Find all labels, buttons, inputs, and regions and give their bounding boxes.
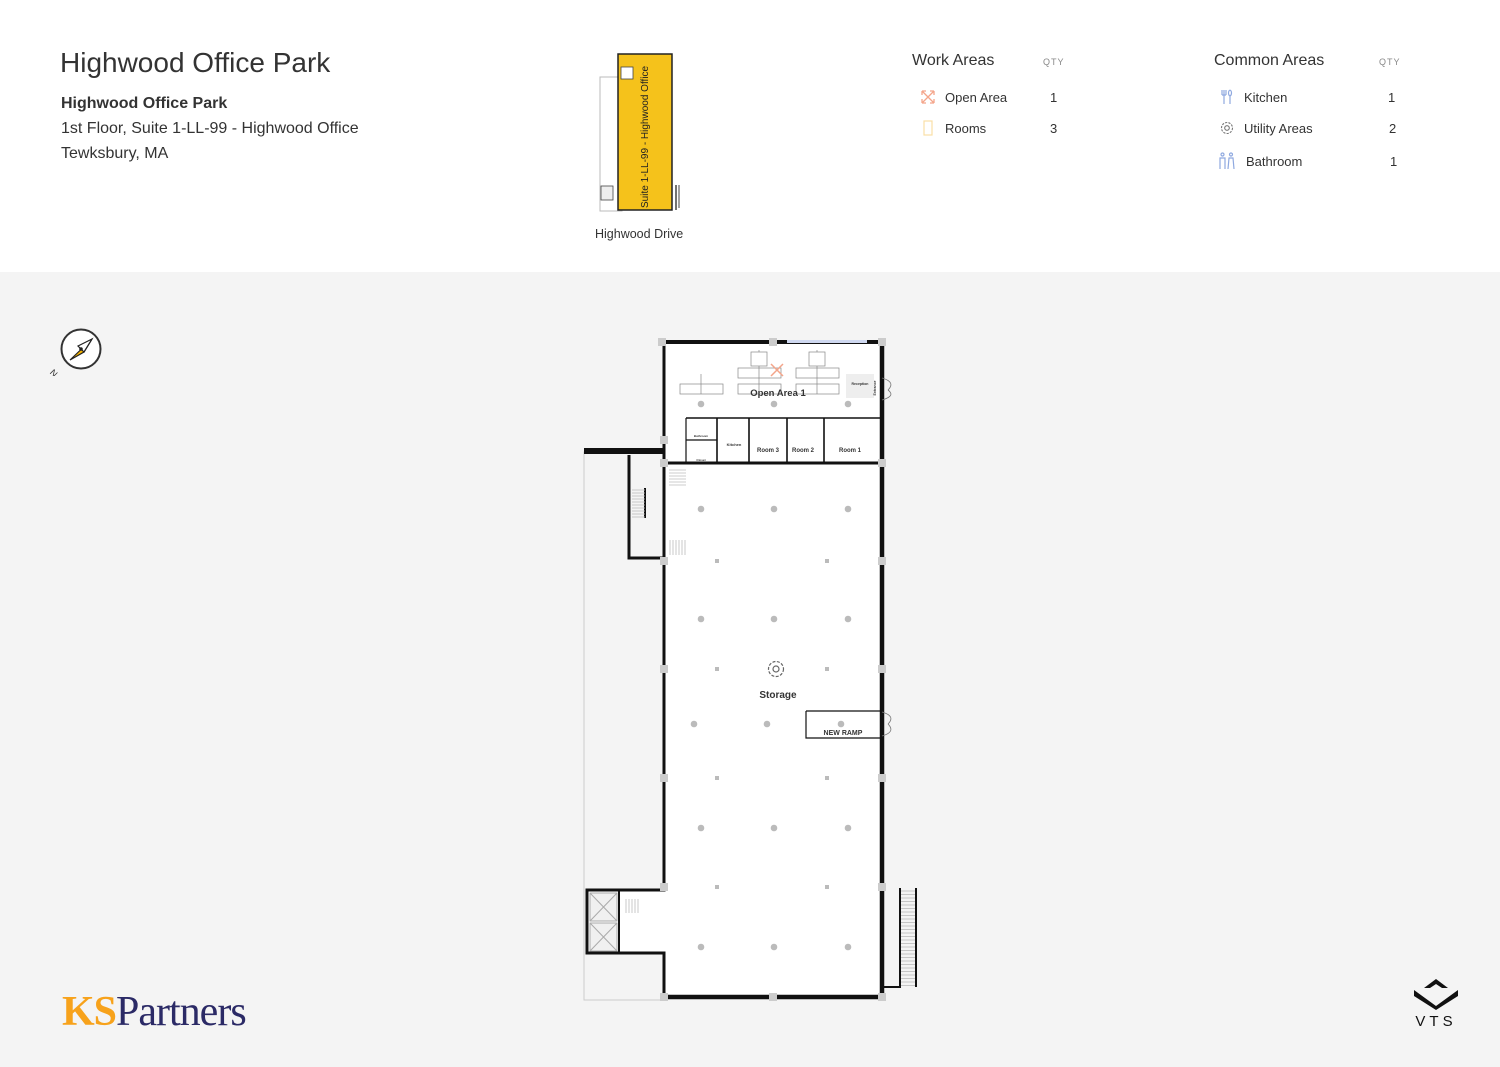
- column: [837, 720, 845, 728]
- location: Tewksbury, MA: [61, 145, 169, 162]
- column: [844, 505, 852, 513]
- column: [825, 667, 829, 671]
- column: [697, 400, 705, 408]
- common-areas-title: Common Areas: [1214, 52, 1325, 69]
- column: [697, 943, 705, 951]
- floor-plan: Open Area 1 Reception Entrance Bathroom …: [583, 338, 917, 1001]
- column: [770, 400, 778, 408]
- wall-pier: [878, 557, 886, 565]
- vts-logo: VTS: [1412, 976, 1460, 1030]
- expand-arrows-icon: [921, 90, 935, 104]
- column: [844, 824, 852, 832]
- kitchen-label: Kitchen: [727, 442, 742, 447]
- column: [844, 400, 852, 408]
- building-minimap: Suite 1-LL-99 - Highwood Office: [599, 53, 680, 212]
- column: [770, 615, 778, 623]
- reception-label: Reception: [852, 382, 869, 386]
- restroom-icon: [1219, 152, 1235, 170]
- column: [770, 943, 778, 951]
- column: [825, 559, 829, 563]
- entrance-label: Entrance: [873, 380, 877, 395]
- wall-pier: [660, 436, 668, 444]
- wall-pier: [878, 338, 886, 346]
- wall-pier: [660, 557, 668, 565]
- column: [763, 720, 771, 728]
- room1-label: Room 1: [839, 448, 862, 454]
- column: [715, 885, 719, 889]
- wall-pier: [769, 993, 777, 1001]
- column: [715, 776, 719, 780]
- column: [697, 505, 705, 513]
- column: [825, 885, 829, 889]
- bathroom-label: Bathroom: [694, 434, 708, 438]
- column: [697, 824, 705, 832]
- room3-label: Room 3: [757, 448, 780, 454]
- wall-pier: [660, 883, 668, 891]
- common-areas-legend: Common Areas QTY Kitchen 1 Utility Areas…: [1214, 52, 1401, 170]
- ks-partners-logo: KSPartners: [62, 989, 247, 1035]
- vts-logo-mark: [1414, 979, 1458, 1010]
- column: [844, 615, 852, 623]
- wall-pier: [878, 883, 886, 891]
- qty-header: QTY: [1379, 57, 1401, 67]
- wall-pier: [769, 338, 777, 346]
- gear-icon: [1220, 121, 1234, 135]
- column: [715, 559, 719, 563]
- storage-label: Storage: [759, 690, 797, 701]
- suite-info: 1st Floor, Suite 1-LL-99 - Highwood Offi…: [61, 120, 359, 137]
- work-areas-title: Work Areas: [912, 52, 995, 69]
- wall-pier: [660, 774, 668, 782]
- column: [770, 505, 778, 513]
- wall-pier: [878, 665, 886, 673]
- qty-header: QTY: [1043, 57, 1065, 67]
- column: [697, 615, 705, 623]
- column: [770, 824, 778, 832]
- page-title: Highwood Office Park: [60, 47, 331, 78]
- work-areas-legend: Work Areas QTY Open Area 1 Rooms 3: [912, 52, 1065, 136]
- street-label: Highwood Drive: [595, 227, 684, 241]
- wall-pier: [660, 665, 668, 673]
- column: [825, 776, 829, 780]
- wall-pier: [660, 459, 668, 467]
- wall-pier: [660, 993, 668, 1001]
- building-name: Highwood Office Park: [61, 95, 228, 112]
- wall-pier: [878, 993, 886, 1001]
- open-area-label: Open Area 1: [750, 388, 806, 399]
- column: [844, 943, 852, 951]
- door-icon: [923, 120, 933, 136]
- room2-label: Room 2: [792, 448, 815, 454]
- closet-label: Closet: [696, 458, 705, 462]
- fork-knife-icon: [1221, 89, 1233, 104]
- minimap-suite-label: Suite 1-LL-99 - Highwood Office: [640, 65, 651, 208]
- ramp-label: NEW RAMP: [824, 730, 863, 737]
- wall-pier: [878, 459, 886, 467]
- column: [690, 720, 698, 728]
- wall-pier: [658, 338, 666, 346]
- wall-pier: [878, 774, 886, 782]
- column: [715, 667, 719, 671]
